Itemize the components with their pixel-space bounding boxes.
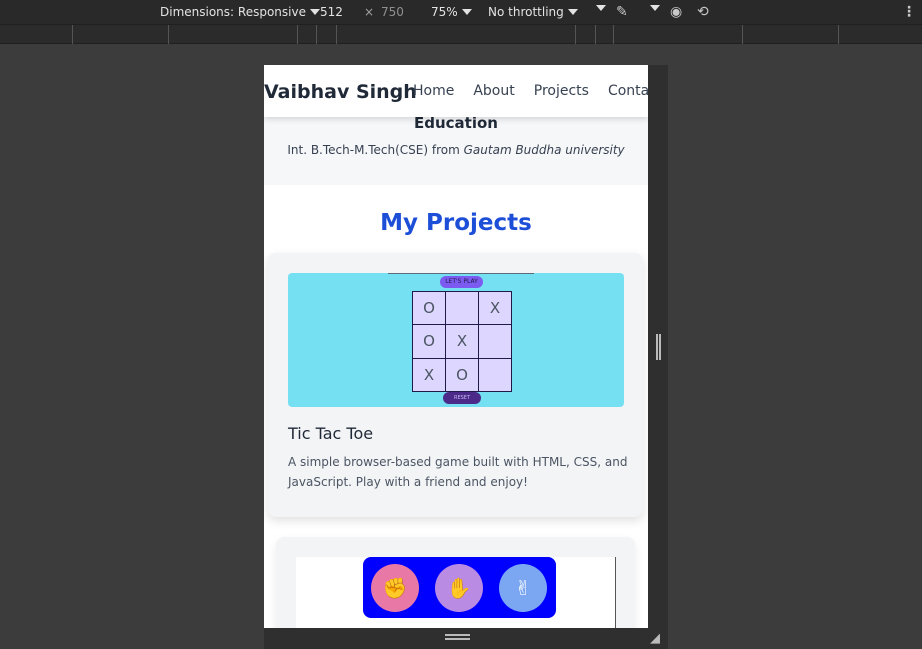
ruler-divider bbox=[72, 25, 73, 44]
tictactoe-preview-image: LET'S PLAY O X O X X O RESET bbox=[288, 273, 624, 407]
height-input[interactable]: 750 bbox=[381, 5, 404, 19]
device-viewport: Vaibhav Singh Home About Projects Contac… bbox=[264, 65, 648, 628]
throttling-dropdown[interactable]: No throttling bbox=[488, 5, 578, 19]
more-options-icon[interactable]: ⋮ bbox=[902, 4, 916, 20]
eye-icon[interactable]: ◉ bbox=[670, 4, 682, 20]
nav-link-home[interactable]: Home bbox=[413, 83, 454, 99]
resize-handle-horizontal[interactable] bbox=[445, 634, 470, 640]
board-cell: X bbox=[479, 292, 511, 325]
scissors-hand-icon: ✌ bbox=[499, 564, 547, 612]
ruler-divider bbox=[336, 25, 337, 44]
degree-text: Int. B.Tech-M.Tech(CSE) from bbox=[287, 143, 464, 157]
dimensions-dropdown[interactable]: Dimensions: Responsive bbox=[160, 5, 320, 19]
zoom-dropdown[interactable]: 75% bbox=[431, 5, 472, 19]
project-card-tictactoe[interactable]: LET'S PLAY O X O X X O RESET Tic Tac Toe… bbox=[268, 253, 643, 517]
preview-divider bbox=[388, 273, 534, 274]
ruler-divider bbox=[838, 25, 839, 44]
resize-handle-vertical[interactable] bbox=[656, 334, 661, 360]
reset-button: RESET bbox=[443, 392, 481, 404]
projects-heading: My Projects bbox=[380, 210, 532, 236]
chevron-down-icon bbox=[650, 5, 660, 11]
board-cell: O bbox=[446, 358, 478, 391]
board-cell bbox=[479, 325, 511, 358]
chevron-down-icon bbox=[461, 9, 472, 15]
times-sign: × bbox=[364, 5, 375, 19]
ruler-divider bbox=[575, 25, 576, 44]
project-description: A simple browser-based game built with H… bbox=[288, 455, 628, 489]
media-query-bar[interactable] bbox=[0, 24, 922, 44]
board-cell: X bbox=[413, 358, 445, 391]
tictactoe-board: O X O X X O bbox=[412, 291, 512, 392]
project-card-rock-paper-scissors[interactable]: ✊ ✋ ✌ bbox=[276, 537, 635, 628]
education-degree: Int. B.Tech-M.Tech(CSE) from Gautam Budd… bbox=[264, 143, 648, 157]
rps-choices-panel: ✊ ✋ ✌ bbox=[363, 557, 556, 618]
chevron-down-icon bbox=[596, 5, 606, 11]
board-cell: O bbox=[413, 325, 445, 358]
nav-link-contact[interactable]: Contact bbox=[608, 83, 648, 99]
chevron-down-icon bbox=[309, 9, 320, 15]
rps-preview-image: ✊ ✋ ✌ bbox=[296, 557, 616, 628]
ruler-divider bbox=[613, 25, 614, 44]
rock-hand-icon: ✊ bbox=[371, 564, 419, 612]
nav-link-about[interactable]: About bbox=[473, 83, 514, 99]
site-brand[interactable]: Vaibhav Singh bbox=[264, 81, 417, 103]
lets-play-button: LET'S PLAY bbox=[440, 276, 483, 288]
nav-link-projects[interactable]: Projects bbox=[534, 83, 589, 99]
rotate-icon[interactable]: ⟲ bbox=[697, 4, 709, 20]
ruler-divider bbox=[168, 25, 169, 44]
ruler-divider bbox=[595, 25, 596, 44]
paper-hand-icon: ✋ bbox=[435, 564, 483, 612]
touch-dropdown[interactable] bbox=[650, 5, 660, 11]
dimensions-label: Dimensions: Responsive bbox=[160, 5, 306, 19]
site-navbar: Vaibhav Singh Home About Projects Contac… bbox=[264, 65, 648, 117]
ruler-divider bbox=[742, 25, 743, 44]
width-input[interactable]: 512 bbox=[320, 5, 343, 19]
save-data-dropdown[interactable] bbox=[596, 5, 606, 11]
education-section: Education Int. B.Tech-M.Tech(CSE) from G… bbox=[264, 114, 648, 185]
no-touch-icon[interactable]: ✎ bbox=[616, 4, 628, 20]
board-cell bbox=[479, 358, 511, 391]
board-cell: O bbox=[413, 292, 445, 325]
resize-corner-icon[interactable]: ◢ bbox=[650, 631, 660, 646]
board-cell bbox=[446, 292, 478, 325]
ruler-divider bbox=[297, 25, 298, 44]
university-name: Gautam Buddha university bbox=[463, 143, 625, 157]
ruler-divider bbox=[316, 25, 317, 44]
nav-links: Home About Projects Contact bbox=[413, 83, 648, 99]
chevron-down-icon bbox=[567, 9, 578, 15]
project-title: Tic Tac Toe bbox=[288, 424, 374, 443]
devtools-toolbar: Dimensions: Responsive 512 × 750 75% No … bbox=[0, 0, 922, 24]
board-cell: X bbox=[446, 325, 478, 358]
